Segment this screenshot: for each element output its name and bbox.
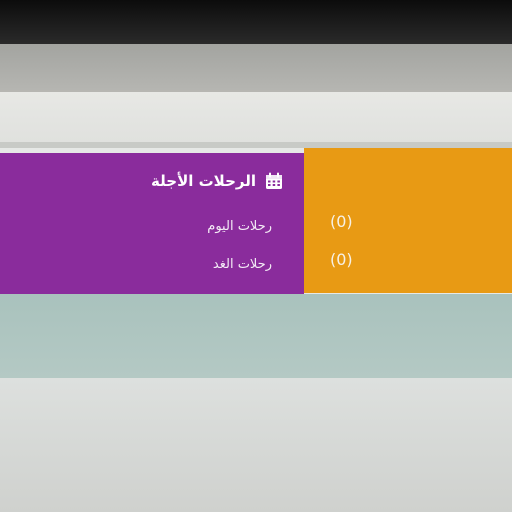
header-band [0, 92, 512, 148]
today-trips-link[interactable]: رحلات اليوم [207, 219, 272, 234]
tomorrow-trips-count: (0) [330, 250, 353, 269]
upcoming-trips-card: الرحلات الأجلة رحلات اليوم رحلات الغد [0, 153, 304, 294]
upcoming-trips-header: الرحلات الأجلة [151, 171, 284, 191]
upcoming-trips-title: الرحلات الأجلة [151, 172, 256, 190]
screen: الرحلات الأجلة رحلات اليوم رحلات الغد (0… [0, 0, 512, 512]
trip-count-card: (0) (0) [304, 148, 512, 293]
monitor-bezel [0, 0, 512, 44]
teal-band [0, 294, 512, 378]
today-trips-count: (0) [330, 212, 353, 231]
tomorrow-trips-link[interactable]: رحلات الغد [213, 257, 272, 272]
top-bar [0, 44, 512, 92]
upcoming-trips-panel: الرحلات الأجلة رحلات اليوم رحلات الغد (0… [0, 148, 512, 294]
calendar-icon [266, 172, 282, 189]
content-area [0, 378, 512, 512]
